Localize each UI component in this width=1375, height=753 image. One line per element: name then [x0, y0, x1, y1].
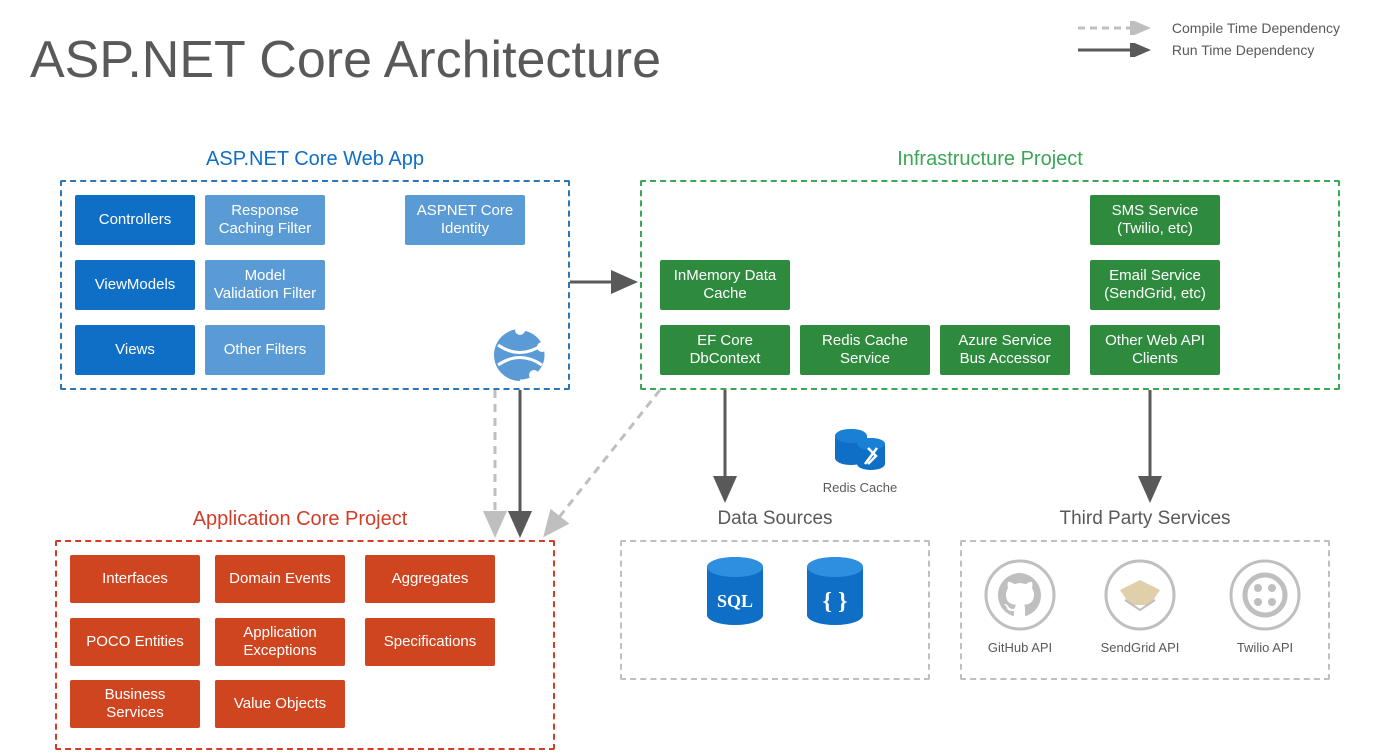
- arrows-layer: [0, 0, 1375, 753]
